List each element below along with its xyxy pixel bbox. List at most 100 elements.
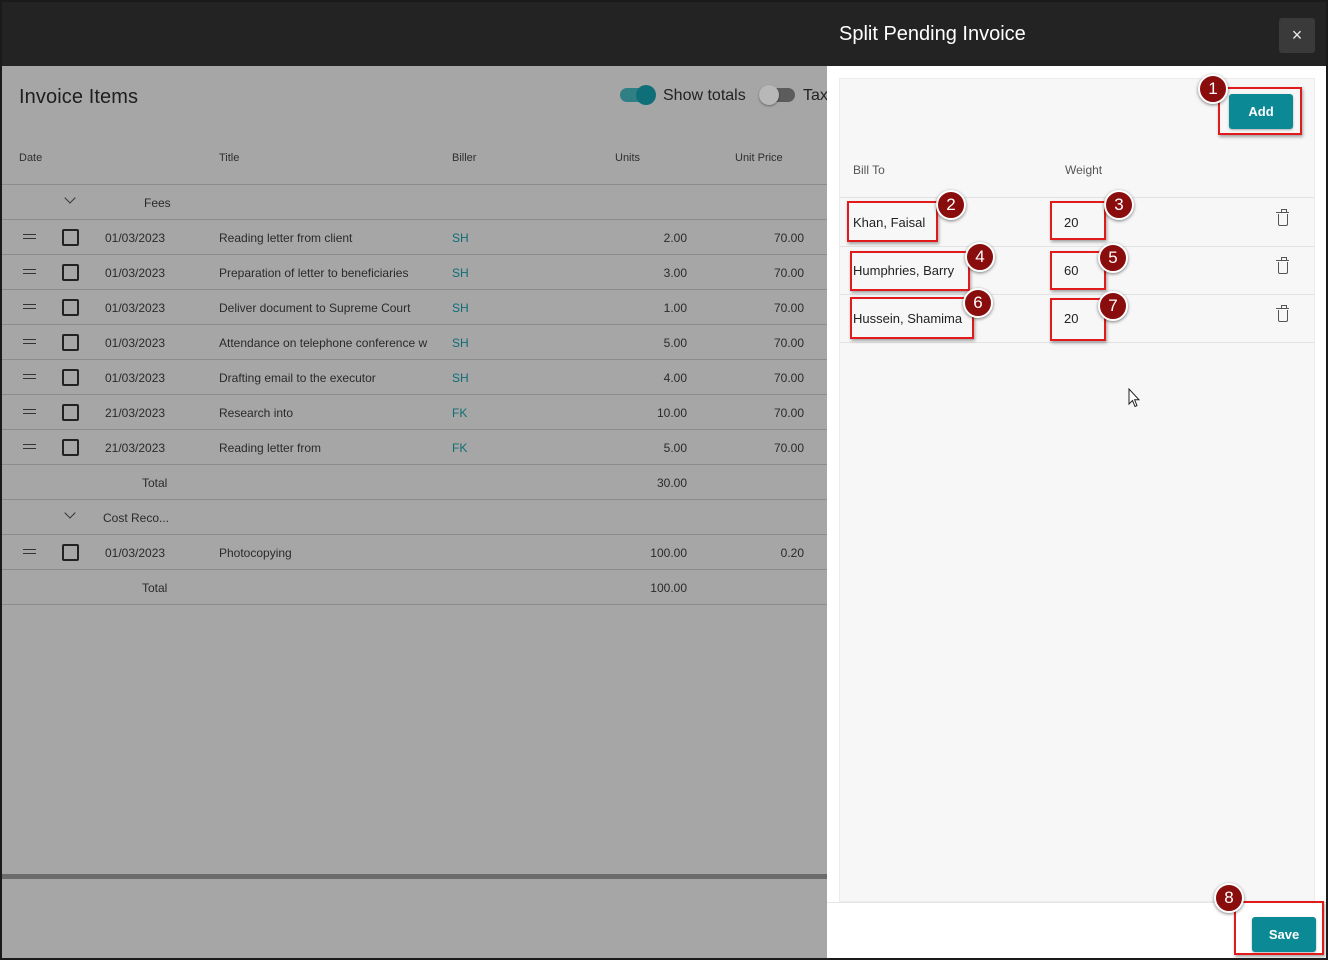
cell-unit-price: 70.00 [773, 371, 804, 385]
drag-handle-icon[interactable] [23, 234, 36, 239]
column-header-units[interactable]: Units [615, 152, 640, 164]
row-checkbox[interactable] [62, 334, 79, 351]
highlight-save [1234, 901, 1324, 955]
close-icon: × [1291, 25, 1303, 45]
callout-badge: 3 [1104, 190, 1134, 220]
cell-date: 01/03/2023 [105, 266, 166, 280]
chevron-down-icon[interactable] [64, 507, 76, 519]
tax-toggle[interactable] [759, 85, 795, 105]
drawer-title: Split Pending Invoice [839, 23, 1026, 45]
cell-unit-price: 70.00 [773, 231, 804, 245]
drag-handle-icon[interactable] [23, 269, 36, 274]
group-name: Cost Reco... [103, 511, 170, 525]
cell-biller[interactable]: SH [452, 371, 469, 385]
table-row[interactable]: 01/03/2023 Reading letter from client SH… [2, 220, 827, 255]
cell-biller[interactable]: SH [452, 301, 469, 315]
split-pending-invoice-drawer: Split Pending Invoice × Add Bill To Weig… [827, 2, 1326, 958]
cell-date: 21/03/2023 [105, 441, 166, 455]
cell-title: Preparation of letter to beneficiaries [219, 266, 409, 280]
cell-units: 2.00 [663, 231, 687, 245]
total-units: 100.00 [650, 581, 687, 595]
highlight-bill-to-3 [850, 297, 974, 339]
cell-unit-price: 0.20 [780, 546, 804, 560]
callout-badge: 1 [1198, 74, 1228, 104]
table-row[interactable]: 21/03/2023 Research into FK 10.00 70.00 [2, 395, 827, 430]
toggle-knob [759, 85, 779, 105]
page-title: Invoice Items [19, 86, 139, 108]
invoice-items-footer [2, 879, 827, 958]
grid-header: Date Title Biller Units Unit Price [2, 128, 827, 185]
highlight-add [1218, 87, 1302, 135]
drag-handle-icon[interactable] [23, 304, 36, 309]
column-header-unit-price[interactable]: Unit Price [735, 152, 783, 164]
row-checkbox[interactable] [62, 229, 79, 246]
group-row-cost-recovery[interactable]: Cost Reco... [2, 500, 827, 535]
cell-date: 01/03/2023 [105, 546, 166, 560]
cell-unit-price: 70.00 [773, 301, 804, 315]
cell-date: 21/03/2023 [105, 406, 166, 420]
cell-unit-price: 70.00 [773, 441, 804, 455]
row-checkbox[interactable] [62, 404, 79, 421]
cell-biller[interactable]: FK [452, 441, 467, 455]
chevron-down-icon[interactable] [64, 192, 76, 204]
cell-title: Photocopying [219, 546, 292, 560]
cell-biller[interactable]: SH [452, 336, 469, 350]
table-row[interactable]: 01/03/2023 Drafting email to the executo… [2, 360, 827, 395]
cell-biller[interactable]: FK [452, 406, 467, 420]
row-checkbox[interactable] [62, 544, 79, 561]
drag-handle-icon[interactable] [23, 549, 36, 554]
show-totals-toggle[interactable] [620, 85, 656, 105]
row-checkbox[interactable] [62, 439, 79, 456]
highlight-weight-1 [1050, 201, 1106, 240]
cell-date: 01/03/2023 [105, 231, 166, 245]
row-checkbox[interactable] [62, 299, 79, 316]
column-header-title[interactable]: Title [219, 152, 239, 164]
cell-title: Deliver document to Supreme Court [219, 301, 411, 315]
row-checkbox[interactable] [62, 369, 79, 386]
cell-title: Drafting email to the executor [219, 371, 376, 385]
column-header-date[interactable]: Date [19, 152, 42, 164]
cell-biller[interactable]: SH [452, 231, 469, 245]
close-button[interactable]: × [1279, 18, 1315, 53]
drag-handle-icon[interactable] [23, 374, 36, 379]
cell-biller[interactable]: SH [452, 266, 469, 280]
total-label: Total [142, 476, 168, 490]
drawer-header: Split Pending Invoice × [827, 2, 1326, 66]
trash-icon[interactable] [1276, 209, 1289, 226]
cell-units: 100.00 [650, 546, 687, 560]
group-row-fees[interactable]: Fees [2, 185, 827, 220]
tax-label: Tax [803, 87, 828, 104]
cell-unit-price: 70.00 [773, 266, 804, 280]
row-checkbox[interactable] [62, 264, 79, 281]
table-row[interactable]: 01/03/2023 Attendance on telephone confe… [2, 325, 827, 360]
invoice-items-panel: Invoice Items Show totals Tax Date Title… [2, 66, 828, 958]
cell-title: Attendance on telephone conference w [219, 336, 428, 350]
highlight-bill-to-1 [847, 201, 938, 242]
invoice-items-header: Invoice Items Show totals Tax [2, 66, 828, 128]
table-row[interactable]: 21/03/2023 Reading letter from FK 5.00 7… [2, 430, 827, 465]
column-header-bill-to: Bill To [853, 163, 885, 177]
cell-unit-price: 70.00 [773, 336, 804, 350]
cell-title: Reading letter from client [219, 231, 353, 245]
callout-badge: 7 [1098, 291, 1128, 321]
cell-units: 4.00 [663, 371, 687, 385]
drag-handle-icon[interactable] [23, 444, 36, 449]
column-header-biller[interactable]: Biller [452, 152, 476, 164]
trash-icon[interactable] [1276, 257, 1289, 274]
column-header-weight: Weight [1065, 163, 1103, 177]
cell-units: 1.00 [663, 301, 687, 315]
table-row[interactable]: 01/03/2023 Preparation of letter to bene… [2, 255, 827, 290]
show-totals-label: Show totals [663, 87, 746, 104]
highlight-bill-to-2 [850, 251, 970, 291]
cell-date: 01/03/2023 [105, 336, 166, 350]
cell-units: 5.00 [663, 441, 687, 455]
table-row[interactable]: 01/03/2023 Photocopying 100.00 0.20 [2, 535, 827, 570]
callout-badge: 5 [1098, 243, 1128, 273]
table-row[interactable]: 01/03/2023 Deliver document to Supreme C… [2, 290, 827, 325]
drag-handle-icon[interactable] [23, 339, 36, 344]
callout-badge: 4 [965, 242, 995, 272]
drag-handle-icon[interactable] [23, 409, 36, 414]
cell-title: Reading letter from [219, 441, 322, 455]
group-total-row: Total 30.00 [2, 465, 827, 500]
trash-icon[interactable] [1276, 305, 1289, 322]
